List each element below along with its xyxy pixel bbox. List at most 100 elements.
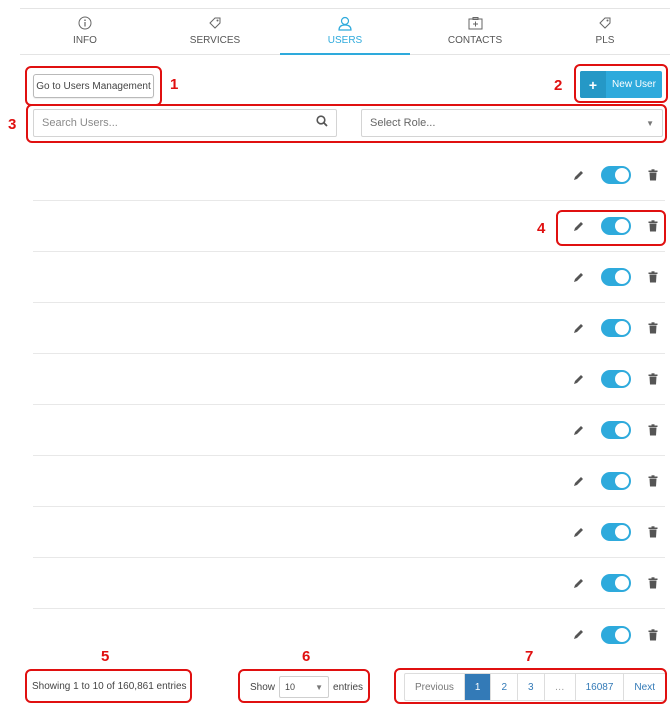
search-users-field (33, 109, 337, 137)
row-actions (571, 268, 659, 286)
caret-down-icon: ▼ (646, 118, 654, 128)
annotation-number-7: 7 (525, 648, 534, 665)
list-item (33, 507, 665, 558)
page-length-control: Show 10 ▼ entries (250, 676, 363, 698)
select-role-dropdown[interactable]: Select Role... ▼ (361, 109, 663, 137)
list-item (33, 252, 665, 303)
pencil-icon[interactable] (571, 628, 585, 642)
caret-down-icon: ▼ (315, 682, 324, 692)
toggle-knob (615, 219, 629, 233)
show-label: Show (250, 681, 276, 693)
go-to-users-management-button[interactable]: Go to Users Management (33, 74, 154, 98)
pagination-page-last[interactable]: 16087 (576, 674, 625, 700)
trash-icon[interactable] (647, 219, 659, 233)
row-actions (571, 166, 659, 184)
toggle-knob (615, 168, 629, 182)
list-item (33, 558, 665, 609)
trash-icon[interactable] (647, 372, 659, 386)
tag-icon (208, 15, 222, 31)
row-actions (571, 421, 659, 439)
active-toggle[interactable] (601, 523, 631, 541)
trash-icon[interactable] (647, 270, 659, 284)
active-toggle[interactable] (601, 574, 631, 592)
toggle-knob (615, 270, 629, 284)
tab-label: INFO (73, 35, 97, 46)
list-item (33, 405, 665, 456)
pencil-icon[interactable] (571, 525, 585, 539)
search-icon[interactable] (316, 114, 328, 132)
list-item (33, 354, 665, 405)
pagination-next[interactable]: Next (624, 674, 665, 700)
list-item (33, 609, 665, 660)
pencil-icon[interactable] (571, 270, 585, 284)
tag-icon (598, 15, 612, 31)
pencil-icon[interactable] (571, 423, 585, 437)
annotation-number-1: 1 (170, 76, 179, 93)
pagination-ellipsis: … (545, 674, 576, 700)
annotation-number-3: 3 (8, 116, 17, 133)
active-toggle[interactable] (601, 166, 631, 184)
active-toggle[interactable] (601, 625, 631, 644)
tab-services[interactable]: SERVICES (150, 9, 280, 54)
trash-icon[interactable] (647, 423, 659, 437)
trash-icon[interactable] (647, 525, 659, 539)
row-actions (571, 574, 659, 592)
active-toggle[interactable] (601, 268, 631, 286)
entries-select[interactable]: 10 ▼ (279, 676, 330, 698)
active-toggle[interactable] (601, 472, 631, 490)
pencil-icon[interactable] (571, 474, 585, 488)
list-item (33, 456, 665, 507)
active-toggle[interactable] (601, 319, 631, 337)
annotation-number-2: 2 (554, 77, 563, 94)
entries-select-value: 10 (285, 682, 296, 692)
search-input[interactable] (42, 117, 316, 129)
row-actions (571, 217, 659, 235)
pagination-previous[interactable]: Previous (405, 674, 465, 700)
active-toggle[interactable] (601, 217, 631, 235)
trash-icon[interactable] (647, 628, 659, 642)
pencil-icon[interactable] (571, 372, 585, 386)
info-icon (78, 15, 92, 31)
pagination-page-3[interactable]: 3 (518, 674, 545, 700)
pagination-page-1[interactable]: 1 (464, 674, 492, 700)
trash-icon[interactable] (647, 474, 659, 488)
pagination: Previous 1 2 3 … 16087 Next (404, 673, 666, 701)
tab-label: SERVICES (189, 35, 241, 46)
new-user-label: New User (612, 79, 656, 90)
tab-info[interactable]: INFO (20, 9, 150, 54)
pencil-icon[interactable] (571, 321, 585, 335)
tab-users[interactable]: USERS (280, 9, 410, 55)
tab-pls[interactable]: PLS (540, 9, 670, 54)
toggle-knob (615, 321, 629, 335)
tab-contacts[interactable]: CONTACTS (410, 9, 540, 54)
pencil-icon[interactable] (571, 576, 585, 590)
toggle-knob (615, 474, 629, 488)
plus-icon: + (580, 71, 606, 98)
toggle-knob (615, 423, 629, 437)
active-toggle[interactable] (601, 370, 631, 388)
trash-icon[interactable] (647, 168, 659, 182)
active-toggle[interactable] (601, 421, 631, 439)
tab-label: CONTACTS (447, 35, 503, 46)
trash-icon[interactable] (647, 321, 659, 335)
row-actions (571, 370, 659, 388)
toggle-knob (615, 372, 629, 386)
list-item (33, 303, 665, 354)
pencil-icon[interactable] (571, 168, 585, 182)
tab-bar: INFO SERVICES USERS CONTACTS PLS (20, 8, 670, 55)
role-select-value: Select Role... (370, 117, 436, 129)
user-icon (338, 15, 352, 31)
row-actions (571, 523, 659, 541)
trash-icon[interactable] (647, 576, 659, 590)
toggle-knob (615, 576, 629, 590)
pencil-icon[interactable] (571, 219, 585, 233)
pagination-page-2[interactable]: 2 (491, 674, 519, 700)
contact-card-icon (468, 15, 483, 31)
tab-label: PLS (595, 35, 615, 46)
annotation-number-4: 4 (537, 220, 546, 237)
new-user-button[interactable]: + New User (580, 71, 662, 98)
entries-label: entries (333, 681, 364, 693)
tab-label: USERS (327, 35, 363, 46)
users-list (33, 150, 665, 660)
entries-info: Showing 1 to 10 of 160,861 entries (32, 681, 187, 692)
